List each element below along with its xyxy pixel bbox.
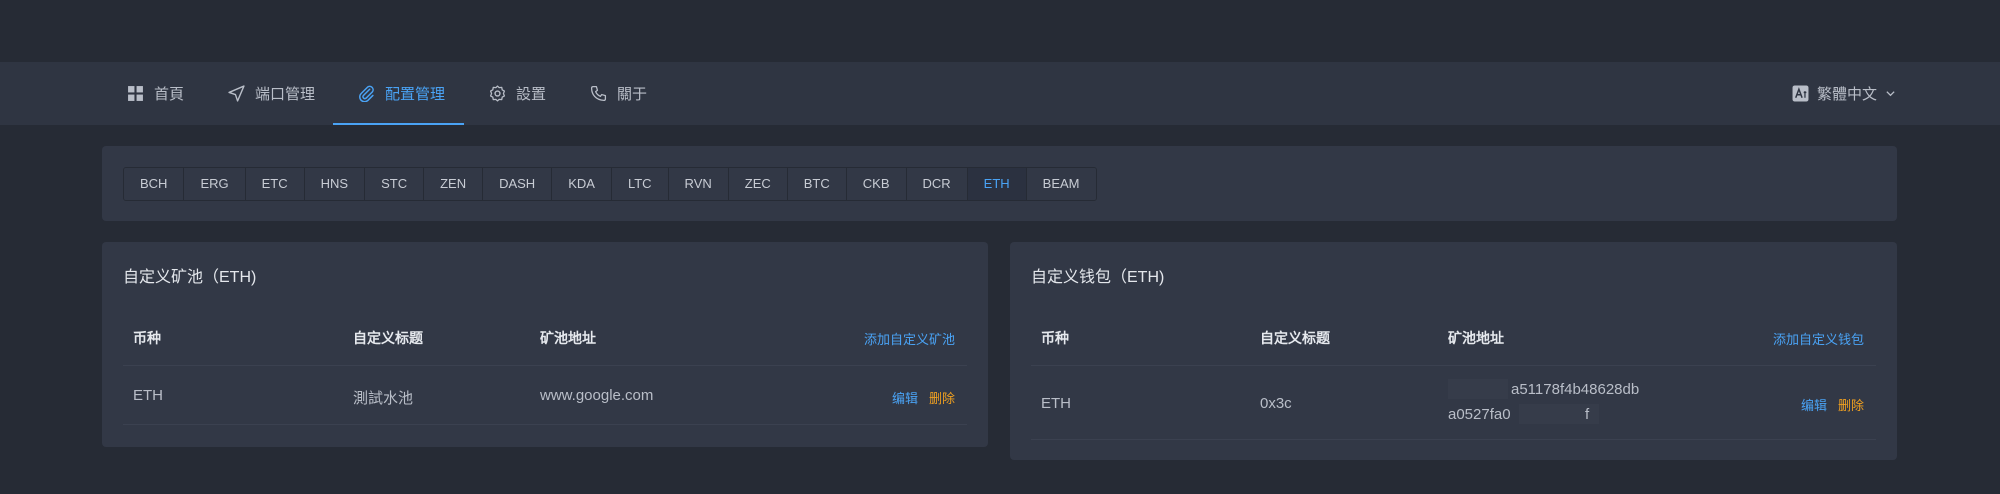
wallet-row-title: 0x3c xyxy=(1260,395,1292,412)
wallet-header-coin: 币种 xyxy=(1041,330,1069,346)
pool-row-address: www.google.com xyxy=(540,387,654,404)
coin-tab-zec[interactable]: ZEC xyxy=(727,168,787,200)
edit-wallet-button[interactable]: 编辑 xyxy=(1801,395,1827,414)
divider xyxy=(1031,439,1876,440)
nav-ports-label: 端口管理 xyxy=(255,86,316,103)
pool-header-title: 自定义标题 xyxy=(353,330,423,346)
custom-wallet-card: 自定义钱包（ETH) 币种 自定义标题 矿池地址 添加自定义钱包 ETH 0x3… xyxy=(1010,242,1897,460)
divider xyxy=(123,365,967,366)
coin-tab-dcr[interactable]: DCR xyxy=(905,168,967,200)
nav-home-label: 首頁 xyxy=(154,86,185,103)
nav-settings-label: 設置 xyxy=(516,86,547,103)
nav-config-label: 配置管理 xyxy=(385,86,446,103)
coin-tab-zen[interactable]: ZEN xyxy=(423,168,483,200)
coin-tab-etc[interactable]: ETC xyxy=(244,168,304,200)
coin-tab-eth[interactable]: ETH xyxy=(966,168,1026,200)
wallet-address-line-2: a0527fa0 xyxy=(1448,406,1511,423)
nav-settings[interactable]: 設置 xyxy=(489,62,546,125)
grid-icon xyxy=(128,86,143,101)
coin-tabs: BCH ERG ETC HNS STC ZEN DASH KDA LTC RVN… xyxy=(123,167,1097,201)
delete-wallet-button[interactable]: 删除 xyxy=(1838,395,1864,414)
redacted-block xyxy=(1448,379,1508,399)
navbar: 首頁 端口管理 配置管理 設置 關于 繁體中文 xyxy=(0,62,2000,125)
coin-tab-btc[interactable]: BTC xyxy=(786,168,846,200)
pool-row-title: 測試水池 xyxy=(353,390,414,407)
coin-tab-stc[interactable]: STC xyxy=(364,168,424,200)
wallet-header-title: 自定义标题 xyxy=(1260,330,1330,346)
language-selector[interactable]: 繁體中文 xyxy=(1792,62,1896,125)
divider xyxy=(123,424,967,425)
pool-card-title: 自定义矿池（ETH) xyxy=(123,269,257,286)
nav-about-label: 關于 xyxy=(617,86,648,103)
pool-header-coin: 币种 xyxy=(133,330,161,346)
add-custom-pool-button[interactable]: 添加自定义矿池 xyxy=(864,329,955,348)
coin-selector-panel: BCH ERG ETC HNS STC ZEN DASH KDA LTC RVN… xyxy=(102,146,1897,221)
coin-tab-hns[interactable]: HNS xyxy=(303,168,365,200)
nav-ports[interactable]: 端口管理 xyxy=(228,62,315,125)
coin-tab-dash[interactable]: DASH xyxy=(482,168,552,200)
language-label: 繁體中文 xyxy=(1816,86,1877,103)
wallet-card-title: 自定义钱包（ETH) xyxy=(1031,269,1165,286)
coin-tab-ckb[interactable]: CKB xyxy=(845,168,906,200)
wallet-header-address: 矿池地址 xyxy=(1448,330,1504,346)
nav-about[interactable]: 關于 xyxy=(590,62,647,125)
pool-header-address: 矿池地址 xyxy=(540,330,596,346)
nav-config[interactable]: 配置管理 xyxy=(358,62,445,125)
send-icon xyxy=(228,85,245,102)
wallet-row-coin: ETH xyxy=(1041,395,1071,412)
edit-pool-button[interactable]: 编辑 xyxy=(892,388,918,407)
gear-icon xyxy=(489,85,506,102)
custom-pool-card: 自定义矿池（ETH) 币种 自定义标题 矿池地址 添加自定义矿池 ETH 測試水… xyxy=(102,242,988,447)
translate-icon xyxy=(1792,85,1809,102)
coin-tab-beam[interactable]: BEAM xyxy=(1025,168,1096,200)
coin-tab-rvn[interactable]: RVN xyxy=(667,168,728,200)
paperclip-icon xyxy=(359,85,374,102)
coin-tab-kda[interactable]: KDA xyxy=(551,168,611,200)
pool-row-coin: ETH xyxy=(133,387,163,404)
top-bar xyxy=(0,0,2000,62)
divider xyxy=(1031,365,1876,366)
nav-home[interactable]: 首頁 xyxy=(127,62,184,125)
wallet-address-tail: f xyxy=(1585,406,1590,423)
wallet-address-line-1: a51178f4b48628db xyxy=(1511,381,1640,398)
delete-pool-button[interactable]: 删除 xyxy=(929,388,955,407)
chevron-down-icon xyxy=(1886,91,1895,97)
coin-tab-ltc[interactable]: LTC xyxy=(610,168,668,200)
coin-tab-erg[interactable]: ERG xyxy=(183,168,245,200)
phone-icon xyxy=(590,85,607,102)
coin-tab-bch[interactable]: BCH xyxy=(124,168,184,200)
add-custom-wallet-button[interactable]: 添加自定义钱包 xyxy=(1773,329,1864,348)
active-tab-indicator xyxy=(333,123,464,125)
